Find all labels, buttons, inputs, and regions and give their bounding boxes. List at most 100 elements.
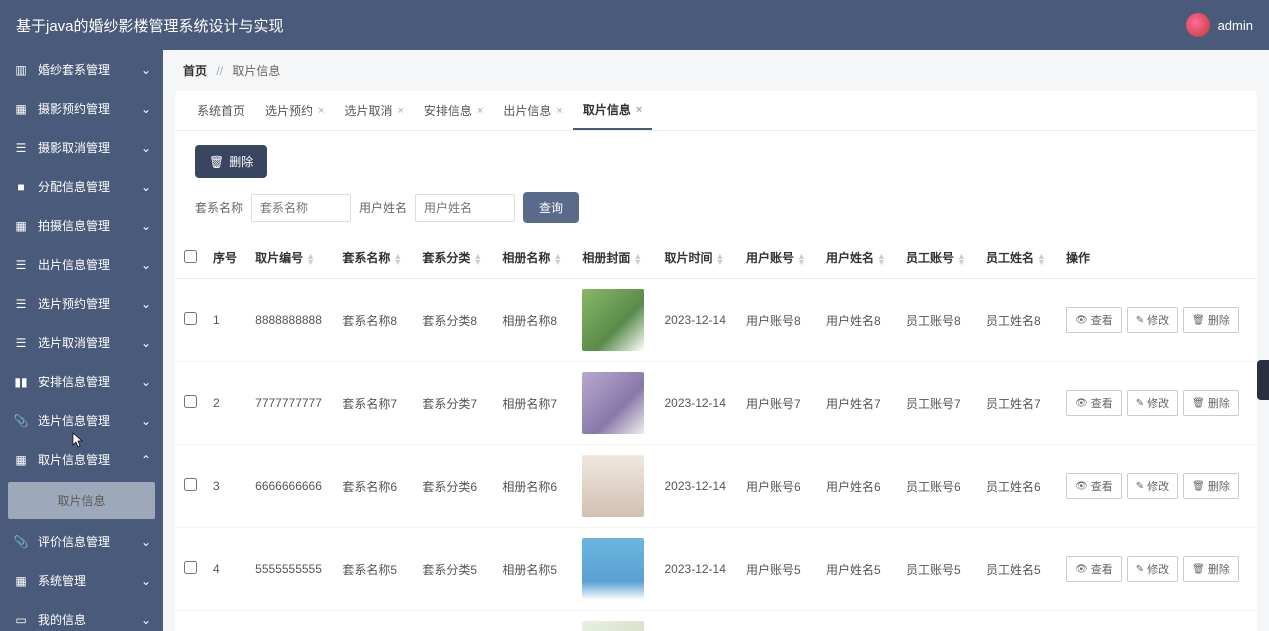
delete-row-button[interactable]: 🗑删除 — [1183, 473, 1239, 499]
menu-icon: ▭ — [14, 613, 28, 627]
row-checkbox[interactable] — [184, 395, 197, 408]
delete-row-button[interactable]: 🗑删除 — [1183, 390, 1239, 416]
close-icon[interactable]: × — [477, 105, 483, 117]
tab-4[interactable]: 出片信息 × — [493, 91, 572, 130]
sort-icon: ▲▼ — [473, 253, 482, 265]
cell-name: 套系名称6 — [334, 445, 414, 528]
cell-code: 8888888888 — [247, 279, 334, 362]
sort-icon: ▲▼ — [633, 253, 642, 265]
cell-ops: 👁查看✎修改🗑删除 — [1058, 362, 1257, 445]
trash-icon: 🗑 — [1192, 398, 1205, 409]
sidebar-item-7[interactable]: ☰选片取消管理⌄ — [0, 323, 163, 362]
breadcrumb-current: 取片信息 — [232, 64, 280, 78]
delete-row-button[interactable]: 🗑删除 — [1183, 307, 1239, 333]
sidebar-item-9[interactable]: 📎选片信息管理⌄ — [0, 401, 163, 440]
view-button[interactable]: 👁查看 — [1066, 390, 1122, 416]
sidebar-item-4[interactable]: ▦拍摄信息管理⌄ — [0, 206, 163, 245]
col-6[interactable]: 取片时间▲▼ — [657, 237, 739, 279]
sidebar-item-2[interactable]: ☰摄影取消管理⌄ — [0, 128, 163, 167]
cell-cover — [574, 528, 656, 611]
sidebar: ▥婚纱套系管理⌄▦摄影预约管理⌄ ☰ 摄影取消管理 ⌄ ■ 分配信息管理 ⌄ ▦拍摄信息管理⌄… — [0, 50, 163, 631]
cell-cover — [574, 611, 656, 631]
cover-image — [582, 621, 644, 631]
sidebar-item-0[interactable]: ▥婚纱套系管理⌄ — [0, 50, 163, 89]
search-button[interactable]: 查询 — [523, 192, 579, 223]
menu-icon: ▦ — [14, 219, 28, 233]
cell-ename: 员工姓名4 — [978, 611, 1058, 631]
sidebar-subitem[interactable]: 取片信息 — [8, 482, 155, 519]
row-checkbox[interactable] — [184, 561, 197, 574]
view-button[interactable]: 👁查看 — [1066, 307, 1122, 333]
col-11: 操作 — [1058, 237, 1257, 279]
sidebar-item-label: 摄影取消管理 — [38, 139, 110, 156]
col-5[interactable]: 相册封面▲▼ — [574, 237, 656, 279]
row-checkbox[interactable] — [184, 312, 197, 325]
cell-album: 相册名称6 — [494, 445, 574, 528]
col-7[interactable]: 用户账号▲▼ — [738, 237, 818, 279]
chevron-down-icon: ⌄ — [141, 63, 151, 77]
sidebar-item-5[interactable]: ☰出片信息管理⌄ — [0, 245, 163, 284]
sidebar-item-1[interactable]: ▦摄影预约管理⌄ — [0, 89, 163, 128]
search-input-user[interactable] — [415, 194, 515, 222]
chevron-down-icon: ⌄ — [141, 102, 151, 116]
app-title: 基于java的婚纱影楼管理系统设计与实现 — [16, 15, 284, 36]
menu-icon: ■ — [14, 180, 28, 194]
menu-icon: ☰ — [14, 258, 28, 272]
close-icon[interactable]: × — [636, 104, 642, 116]
close-icon[interactable]: × — [318, 105, 324, 117]
sidebar-item-label: 出片信息管理 — [38, 256, 110, 273]
view-button[interactable]: 👁查看 — [1066, 556, 1122, 582]
header-user[interactable]: admin — [1186, 13, 1253, 37]
sidebar-item-12[interactable]: ▦系统管理⌄ — [0, 561, 163, 600]
check-all[interactable] — [184, 250, 197, 263]
table-row: 54444444444套系名称4套系分类4相册名称42023-12-14用户账号… — [175, 611, 1257, 631]
chevron-down-icon: ⌄ — [141, 414, 151, 428]
edit-button[interactable]: ✎修改 — [1127, 307, 1178, 333]
tab-label: 出片信息 — [503, 102, 551, 119]
col-1[interactable]: 取片编号▲▼ — [247, 237, 334, 279]
search-input-name[interactable] — [251, 194, 351, 222]
cell-uacc: 用户账号6 — [738, 445, 818, 528]
menu-icon: 📎 — [14, 414, 28, 428]
tab-3[interactable]: 安排信息× — [414, 91, 493, 130]
tab-1[interactable]: 选片预约× — [255, 91, 334, 130]
cell-name: 套系名称4 — [334, 611, 414, 631]
cell-uname: 用户姓名4 — [818, 611, 898, 631]
edit-button[interactable]: ✎修改 — [1127, 473, 1178, 499]
trash-icon: 🗑 — [1192, 315, 1205, 326]
tab-2[interactable]: 选片取消× — [334, 91, 413, 130]
cell-eacc: 员工账号7 — [898, 362, 978, 445]
sidebar-item-6[interactable]: ☰选片预约管理⌄ — [0, 284, 163, 323]
col-8[interactable]: 用户姓名▲▼ — [818, 237, 898, 279]
chevron-down-icon: ⌄ — [141, 141, 151, 155]
col-10[interactable]: 员工姓名▲▼ — [978, 237, 1058, 279]
delete-row-button[interactable]: 🗑删除 — [1183, 556, 1239, 582]
cell-cat: 套系分类5 — [414, 528, 494, 611]
breadcrumb-home[interactable]: 首页 — [183, 64, 207, 78]
close-icon[interactable]: × — [397, 105, 403, 117]
sidebar-item-11[interactable]: 📎评价信息管理⌄ — [0, 522, 163, 561]
col-4[interactable]: 相册名称▲▼ — [494, 237, 574, 279]
cell-uacc: 用户账号4 — [738, 611, 818, 631]
sidebar-item-10[interactable]: ▦取片信息管理⌃ — [0, 440, 163, 479]
view-button[interactable]: 👁查看 — [1066, 473, 1122, 499]
edit-button[interactable]: ✎修改 — [1127, 390, 1178, 416]
close-icon[interactable]: × — [556, 105, 562, 117]
sidebar-item-8[interactable]: ▮▮安排信息管理⌄ — [0, 362, 163, 401]
cell-uacc: 用户账号8 — [738, 279, 818, 362]
cell-time: 2023-12-14 — [657, 362, 739, 445]
delete-button[interactable]: 🗑 删除 — [195, 145, 267, 178]
right-handle[interactable] — [1257, 360, 1269, 400]
sidebar-item-13[interactable]: ▭我的信息⌄ — [0, 600, 163, 631]
sidebar-item-label: 分配信息管理 — [38, 178, 110, 195]
sidebar-item-3[interactable]: ■分配信息管理⌄ — [0, 167, 163, 206]
row-checkbox[interactable] — [184, 478, 197, 491]
tab-5[interactable]: 取片信息× — [573, 91, 652, 130]
cell-album: 相册名称5 — [494, 528, 574, 611]
col-9[interactable]: 员工账号▲▼ — [898, 237, 978, 279]
col-3[interactable]: 套系分类▲▼ — [414, 237, 494, 279]
tab-0[interactable]: 系统首页 — [187, 91, 255, 130]
eye-icon: 👁 — [1075, 564, 1088, 575]
col-2[interactable]: 套系名称▲▼ — [334, 237, 414, 279]
edit-button[interactable]: ✎修改 — [1127, 556, 1178, 582]
